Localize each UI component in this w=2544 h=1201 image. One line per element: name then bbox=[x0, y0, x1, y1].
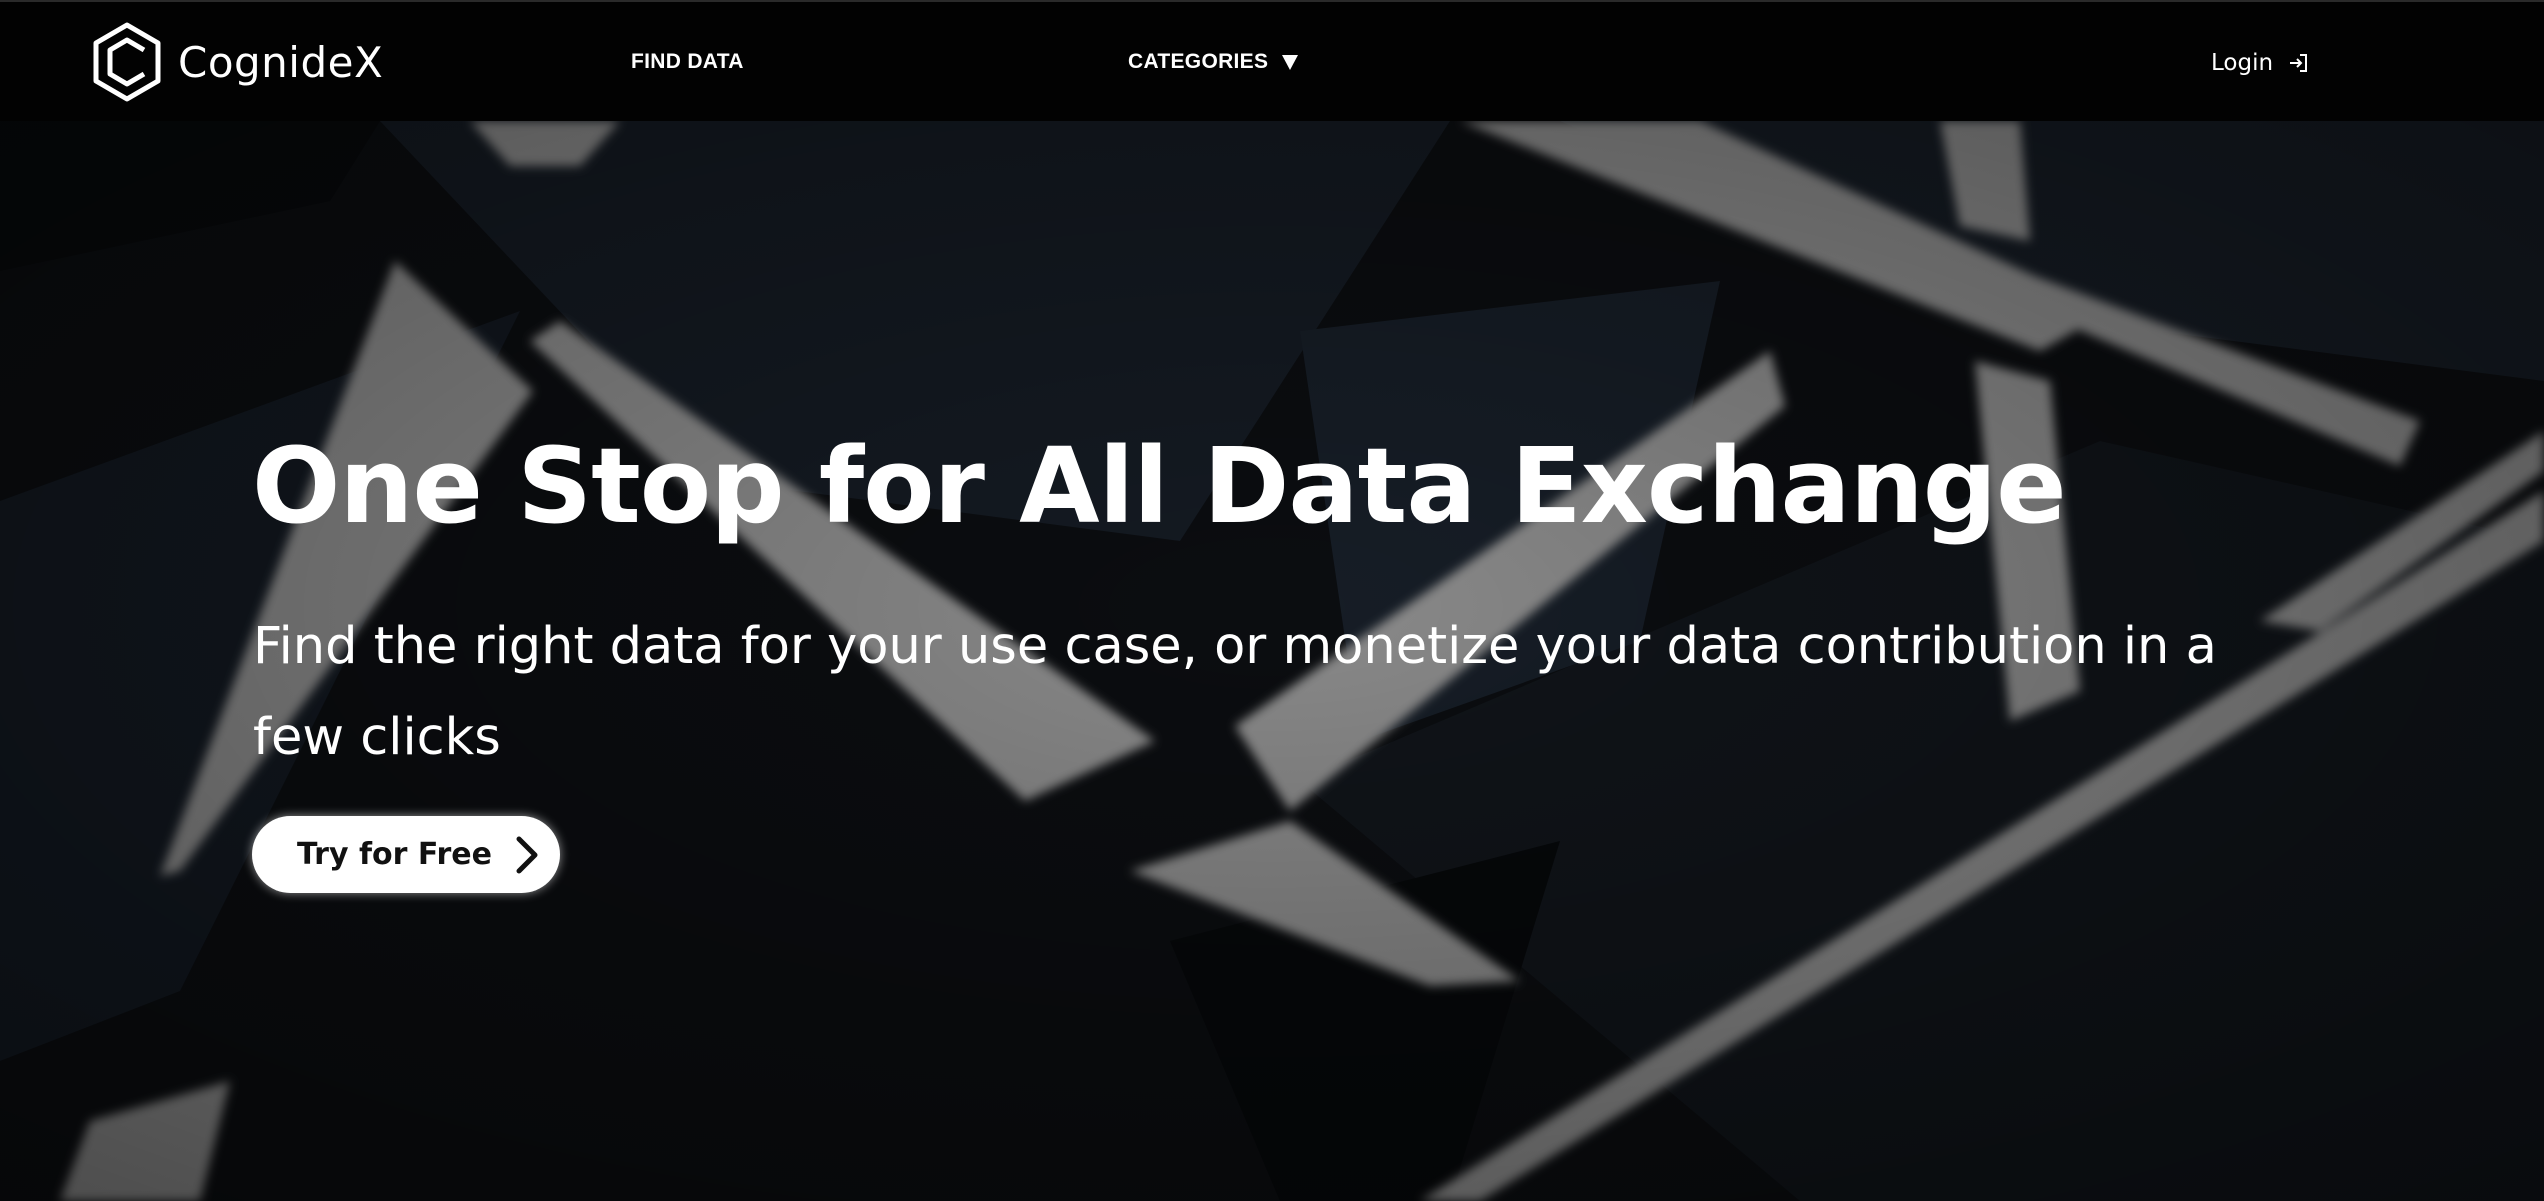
brand-name: CognideX bbox=[178, 37, 384, 87]
try-for-free-label: Try for Free bbox=[297, 837, 492, 872]
hero-title: One Stop for All Data Exchange bbox=[252, 425, 2067, 547]
chevron-right-icon bbox=[516, 836, 538, 873]
hero-section: One Stop for All Data Exchange Find the … bbox=[0, 121, 2544, 1201]
hero-subtitle: Find the right data for your use case, o… bbox=[253, 617, 2217, 767]
hexagon-logo-icon bbox=[93, 22, 161, 102]
nav-categories-label: CATEGORIES bbox=[1128, 50, 1269, 73]
caret-down-icon bbox=[1282, 54, 1299, 70]
nav-find-data-label: FIND DATA bbox=[631, 50, 744, 73]
login-arrow-icon bbox=[2290, 54, 2308, 72]
login-link[interactable]: Login bbox=[2211, 48, 2309, 78]
nav-find-data[interactable]: FIND DATA bbox=[631, 48, 744, 76]
page: CognideX FIND DATA CATEGORIES Login One … bbox=[0, 0, 2544, 1201]
nav-categories-dropdown[interactable]: CATEGORIES bbox=[1128, 48, 1299, 76]
brand-logo[interactable]: CognideX bbox=[92, 22, 383, 102]
login-label: Login bbox=[2211, 50, 2274, 76]
top-navbar: CognideX FIND DATA CATEGORIES Login bbox=[0, 0, 2544, 121]
try-for-free-button[interactable]: Try for Free bbox=[252, 816, 560, 893]
